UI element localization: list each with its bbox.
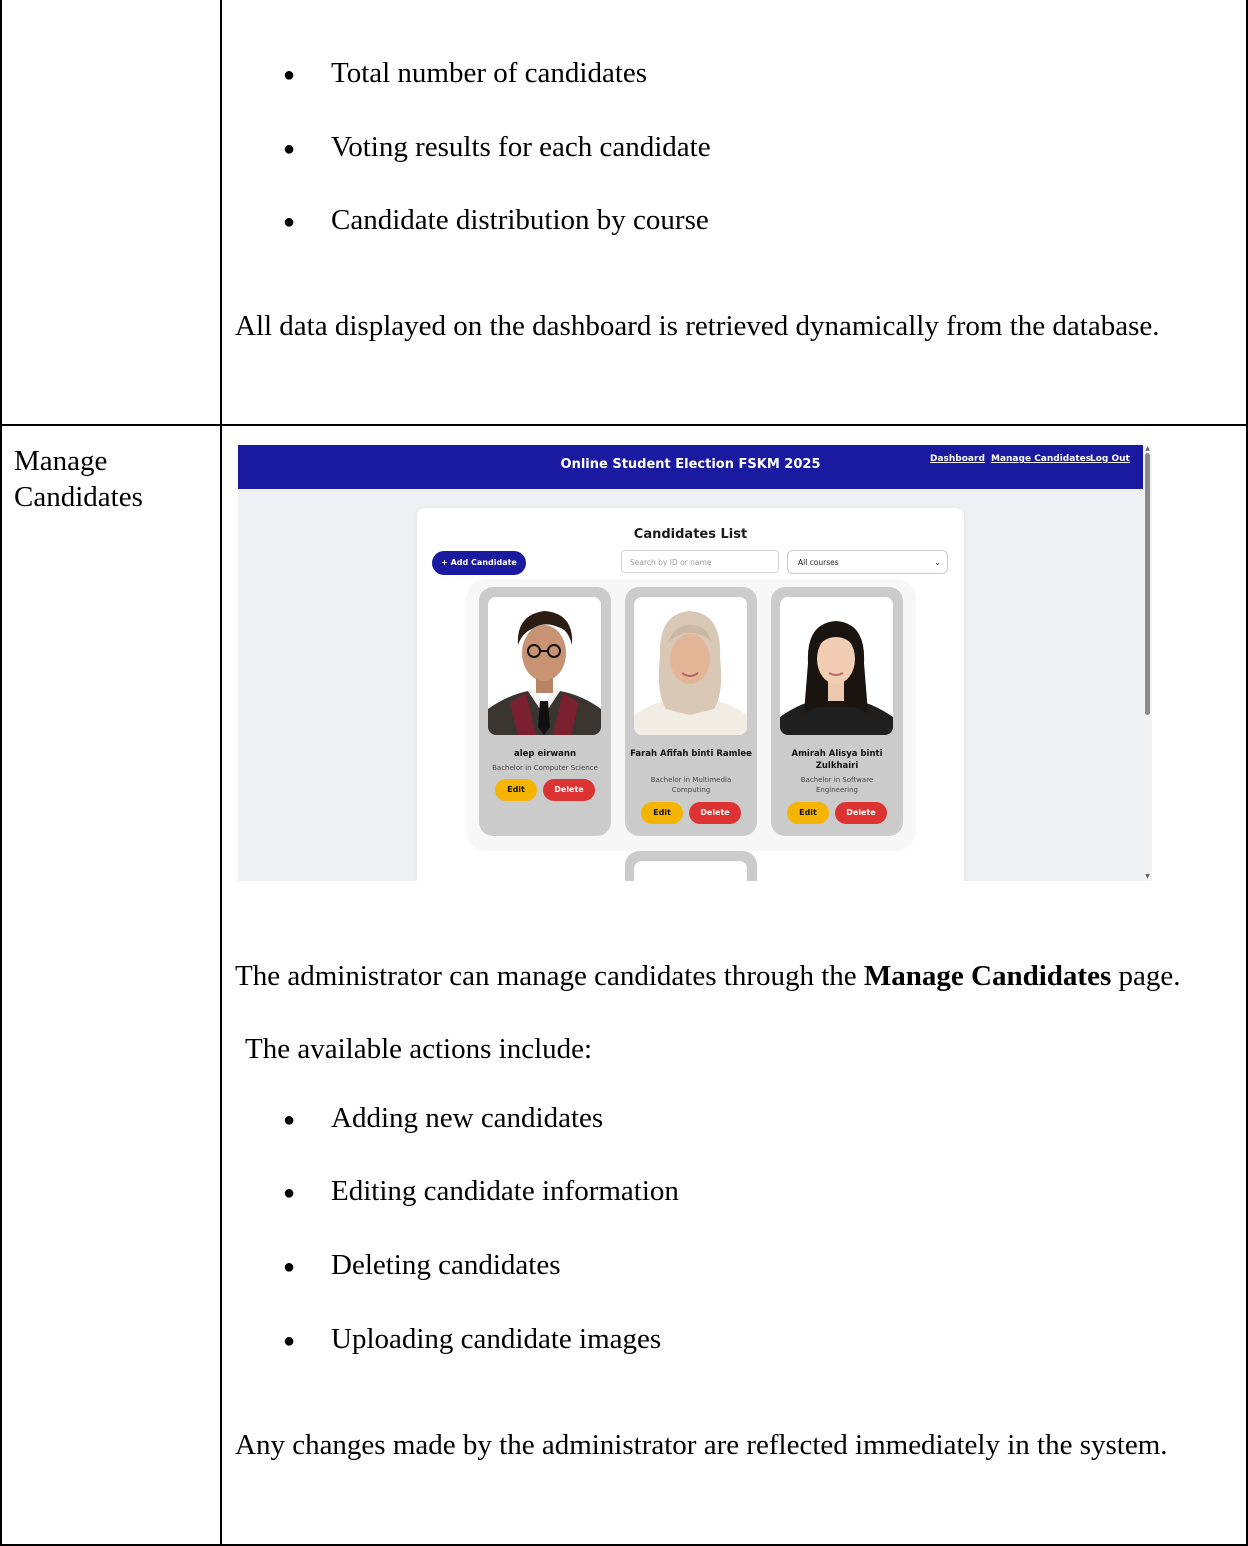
course-filter-value: All courses [798, 558, 839, 567]
list-item-text: Voting results for each candidate [331, 131, 711, 163]
delete-button[interactable]: Delete [689, 802, 741, 824]
list-item-text: Editing candidate information [331, 1175, 679, 1207]
course-filter-select[interactable]: All courses ⌄ [787, 550, 948, 574]
candidate-name: alep eirwann [513, 749, 577, 759]
portrait-image [780, 597, 893, 735]
candidate-card [625, 851, 757, 881]
candidate-photo [634, 861, 747, 881]
portrait-image [634, 597, 747, 735]
chevron-down-icon: ⌄ [934, 558, 941, 567]
scrollbar-thumb[interactable] [1145, 453, 1150, 715]
list-item-text: Uploading candidate images [331, 1323, 662, 1355]
delete-button[interactable]: Delete [543, 779, 595, 801]
candidate-card: alep eirwann Bachelor in Computer Scienc… [479, 587, 611, 836]
candidate-photo [634, 597, 747, 735]
candidate-photo [780, 597, 893, 735]
manage-candidates-screenshot: Online Student Election FSKM 2025 Dashbo… [238, 445, 1152, 881]
row-label: Manage Candidates [14, 445, 143, 513]
candidate-course: Bachelor in Software Engineering [800, 776, 874, 794]
bullet-icon: ● [283, 1330, 296, 1352]
bullet-icon: ● [283, 1109, 296, 1131]
bullet-icon: ● [283, 64, 296, 86]
list-item-text: Candidate distribution by course [331, 204, 709, 236]
candidate-course: Bachelor in Computer Science [492, 764, 598, 772]
intro-text-end: page. [1111, 960, 1181, 992]
search-input[interactable]: Search by ID or name [621, 550, 779, 573]
dashboard-note: All data displayed on the dashboard is r… [235, 310, 1160, 342]
table-row-divider [0, 424, 1248, 426]
list-item: ● Voting results for each candidate [0, 129, 800, 165]
edit-button[interactable]: Edit [787, 802, 829, 824]
bullet-icon: ● [283, 1256, 296, 1278]
panel-title: Candidates List [633, 527, 748, 542]
list-item: ● Editing candidate information [0, 1173, 800, 1209]
candidate-card: Farah Afifah binti Ramlee Bachelor in Mu… [625, 587, 757, 836]
manage-intro-paragraph: The administrator can manage candidates … [235, 958, 1225, 994]
bullet-icon: ● [283, 1182, 296, 1204]
closing-note: Any changes made by the administrator ar… [235, 1429, 1168, 1461]
candidate-photo [488, 597, 601, 735]
nav-bar: Online Student Election FSKM 2025 Dashbo… [238, 445, 1143, 489]
list-item: ● Candidate distribution by course [0, 202, 800, 238]
actions-intro: The available actions include: [245, 1033, 593, 1065]
list-item: ● Adding new candidates [0, 1100, 800, 1136]
candidate-name: Amirah Alisya binti Zulkhairi [791, 749, 883, 771]
scroll-up-icon[interactable]: ▲ [1143, 445, 1152, 452]
nav-link-dashboard[interactable]: Dashboard [930, 454, 985, 464]
scroll-down-icon[interactable]: ▼ [1143, 873, 1152, 880]
list-item-text: Deleting candidates [331, 1249, 561, 1281]
candidate-card: Amirah Alisya binti Zulkhairi Bachelor i… [771, 587, 903, 836]
add-candidate-button[interactable]: + Add Candidate [432, 551, 526, 575]
list-item: ● Uploading candidate images [0, 1321, 800, 1357]
portrait-image [634, 861, 747, 881]
candidate-name: Farah Afifah binti Ramlee [630, 749, 752, 759]
list-item: ● Total number of candidates [0, 55, 800, 91]
intro-bold-text: Manage Candidates [863, 960, 1112, 992]
edit-button[interactable]: Edit [495, 779, 537, 801]
candidate-course: Bachelor in Multimedia Computing [650, 776, 732, 794]
edit-button[interactable]: Edit [641, 802, 683, 824]
list-item: ● Deleting candidates [0, 1247, 800, 1283]
nav-link-manage-candidates[interactable]: Manage Candidates [991, 454, 1091, 464]
bullet-icon: ● [283, 211, 296, 233]
delete-button[interactable]: Delete [835, 802, 887, 824]
bullet-icon: ● [283, 138, 296, 160]
list-item-text: Adding new candidates [331, 1102, 604, 1134]
list-item-text: Total number of candidates [331, 57, 648, 89]
intro-text: The administrator can manage candidates … [235, 960, 864, 992]
nav-link-log-out[interactable]: Log Out [1090, 454, 1130, 464]
portrait-image [488, 597, 601, 735]
